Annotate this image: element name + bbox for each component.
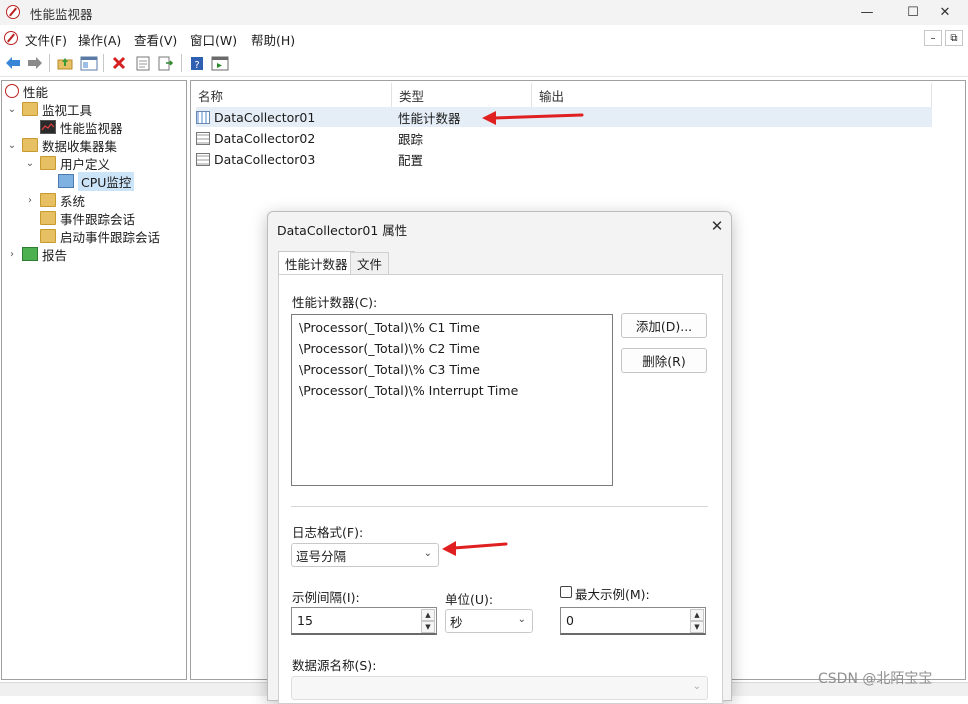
mdi-restore-button[interactable]: ⧉	[945, 30, 963, 46]
system-menu-icon[interactable]	[4, 31, 18, 45]
up-folder-icon[interactable]	[55, 53, 75, 73]
table-row[interactable]: DataCollector02 跟踪	[196, 128, 932, 148]
tree-node-event-trace-sessions[interactable]: 事件跟踪会话	[40, 209, 135, 227]
chevron-down-icon: ⌄	[692, 681, 701, 692]
toolbar-separator	[103, 54, 104, 72]
table-row[interactable]: DataCollector03 配置	[196, 149, 932, 169]
dialog-close-icon[interactable]: ✕	[706, 215, 728, 237]
counters-listbox[interactable]: \Processor(_Total)\% C1 Time \Processor(…	[291, 314, 613, 486]
tree-node-monitoring-tools[interactable]: ⌄ 监视工具	[6, 100, 92, 118]
show-hide-action-pane-icon[interactable]	[210, 53, 230, 73]
tree-node-user-defined[interactable]: ⌄ 用户定义	[24, 154, 110, 172]
chevron-right-icon[interactable]: ›	[24, 195, 36, 206]
configuration-icon	[196, 152, 210, 166]
folder-icon	[40, 193, 56, 207]
max-samples-label: 最大示例(M):	[575, 587, 650, 602]
data-source-select[interactable]: ⌄	[291, 676, 708, 700]
folder-icon	[40, 229, 56, 243]
tab-file[interactable]: 文件	[350, 252, 390, 274]
log-format-label: 日志格式(F):	[292, 525, 364, 540]
title-bar	[0, 0, 968, 25]
performance-monitor-app-icon	[6, 5, 20, 19]
counters-label: 性能计数器(C):	[292, 295, 378, 310]
tree-node-startup-event-trace-sessions[interactable]: 启动事件跟踪会话	[40, 227, 160, 245]
minimize-button[interactable]: —	[844, 0, 890, 25]
folder-icon	[40, 211, 56, 225]
column-header-name[interactable]: 名称	[191, 83, 392, 107]
list-item[interactable]: \Processor(_Total)\% C3 Time	[299, 362, 480, 377]
spin-down-icon[interactable]: ▼	[690, 621, 704, 633]
trace-icon	[196, 131, 210, 145]
units-label: 单位(U):	[445, 592, 494, 607]
column-header-type[interactable]: 类型	[392, 83, 532, 107]
back-arrow-icon[interactable]	[3, 53, 23, 73]
dialog-title: DataCollector01 属性	[277, 223, 408, 238]
toolbar-separator	[181, 54, 182, 72]
divider	[291, 506, 708, 507]
remove-counter-button[interactable]: 删除(R)	[621, 348, 707, 373]
chevron-down-icon[interactable]: ⌄	[6, 104, 18, 115]
folder-icon	[22, 102, 38, 116]
export-list-icon[interactable]	[156, 53, 176, 73]
help-icon[interactable]: ?	[187, 53, 207, 73]
mdi-minimize-button[interactable]: –	[924, 30, 942, 46]
list-item[interactable]: \Processor(_Total)\% Interrupt Time	[299, 383, 518, 398]
menu-window[interactable]: 窗口(W)	[190, 30, 237, 49]
chevron-down-icon[interactable]: ⌄	[6, 140, 18, 151]
sample-interval-label: 示例间隔(I):	[292, 590, 360, 605]
properties-icon[interactable]	[133, 53, 153, 73]
tree-node-performance-monitor[interactable]: 性能监视器	[40, 118, 123, 136]
tree-node-performance[interactable]: 性能	[5, 82, 48, 100]
log-format-select[interactable]: 逗号分隔 ⌄	[291, 543, 439, 567]
window-title: 性能监视器	[30, 7, 93, 22]
navigation-tree: 性能 ⌄ 监视工具 性能监视器 ⌄ 数据收集器集 ⌄ 用户定义 CPU监控 › …	[1, 80, 187, 680]
delete-icon[interactable]	[109, 53, 129, 73]
folder-icon	[22, 138, 38, 152]
properties-dialog: DataCollector01 属性 ✕ 性能计数器 文件 性能计数器(C): …	[267, 211, 732, 704]
menu-help[interactable]: 帮助(H)	[251, 30, 295, 49]
column-header-output[interactable]: 输出	[532, 83, 932, 107]
menu-file[interactable]: 文件(F)	[25, 30, 67, 49]
spin-up-icon[interactable]: ▲	[421, 609, 435, 621]
chevron-right-icon[interactable]: ›	[6, 249, 18, 260]
tree-node-cpu-monitor[interactable]: CPU监控	[58, 171, 135, 191]
list-item[interactable]: \Processor(_Total)\% C1 Time	[299, 320, 480, 335]
chevron-down-icon[interactable]: ⌄	[24, 158, 36, 169]
units-select[interactable]: 秒 ⌄	[445, 609, 533, 633]
close-button[interactable]: ✕	[922, 0, 968, 25]
data-collector-set-icon	[58, 174, 74, 188]
menu-action[interactable]: 操作(A)	[78, 30, 121, 49]
performance-icon	[5, 84, 19, 98]
sample-interval-stepper[interactable]: 15 ▲ ▼	[291, 607, 437, 635]
tab-performance-counters[interactable]: 性能计数器	[278, 251, 355, 275]
toolbar-separator	[49, 54, 50, 72]
add-counter-button[interactable]: 添加(D)...	[621, 313, 707, 338]
tree-node-data-collector-sets[interactable]: ⌄ 数据收集器集	[6, 136, 117, 154]
annotation-arrow-icon	[482, 111, 584, 125]
forward-arrow-icon[interactable]	[25, 53, 45, 73]
monitor-chart-icon	[40, 120, 56, 134]
watermark: CSDN @北陌宝宝	[818, 671, 933, 687]
performance-counter-icon	[196, 110, 210, 124]
tree-node-system[interactable]: › 系统	[24, 191, 85, 209]
tree-node-reports[interactable]: › 报告	[6, 245, 67, 263]
chevron-down-icon: ⌄	[517, 614, 526, 625]
spin-down-icon[interactable]: ▼	[421, 621, 435, 633]
annotation-arrow-icon	[442, 541, 508, 556]
svg-text:?: ?	[194, 60, 199, 71]
list-item[interactable]: \Processor(_Total)\% C2 Time	[299, 341, 480, 356]
report-icon	[22, 247, 38, 261]
data-source-label: 数据源名称(S):	[292, 658, 377, 673]
max-samples-stepper[interactable]: 0 ▲ ▼	[560, 607, 706, 635]
folder-icon	[40, 156, 56, 170]
chevron-down-icon: ⌄	[423, 548, 432, 559]
show-hide-tree-icon[interactable]	[79, 53, 99, 73]
menu-view[interactable]: 查看(V)	[134, 30, 177, 49]
spin-up-icon[interactable]: ▲	[690, 609, 704, 621]
max-samples-checkbox[interactable]	[560, 586, 572, 598]
